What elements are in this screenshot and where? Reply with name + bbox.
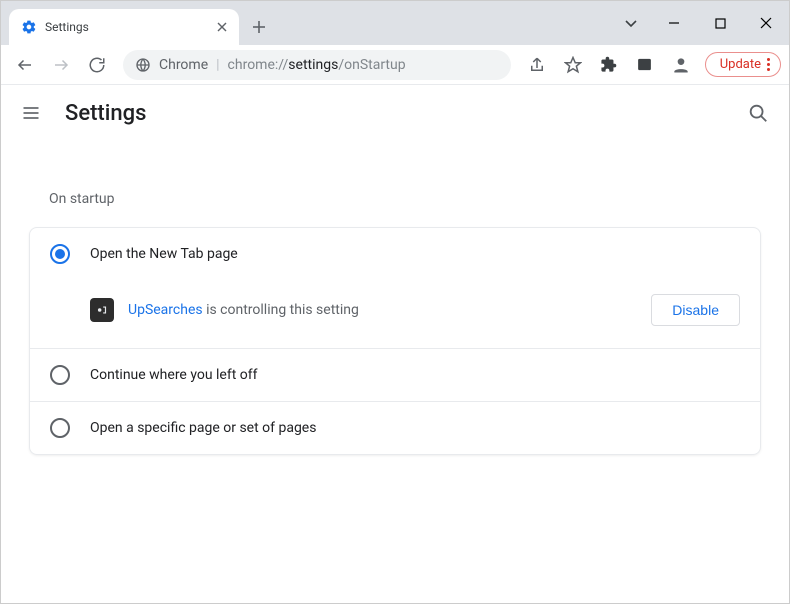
option-label: Continue where you left off: [90, 367, 258, 383]
window-controls: [611, 1, 789, 45]
minimize-button[interactable]: [651, 7, 697, 39]
new-tab-button[interactable]: [245, 13, 273, 41]
profile-icon[interactable]: [665, 49, 697, 81]
settings-header: Settings: [1, 85, 789, 141]
reload-button[interactable]: [81, 49, 113, 81]
url-rest: /onStartup: [338, 57, 405, 73]
section-title: On startup: [49, 191, 761, 207]
close-tab-icon[interactable]: [217, 22, 227, 32]
close-window-button[interactable]: [743, 7, 789, 39]
option-label: Open the New Tab page: [90, 246, 238, 262]
chevron-down-icon[interactable]: [611, 16, 651, 30]
gear-icon: [21, 19, 37, 35]
controlled-by-extension-row: UpSearches is controlling this setting D…: [30, 280, 760, 348]
forward-button[interactable]: [45, 49, 77, 81]
startup-option-continue[interactable]: Continue where you left off: [30, 348, 760, 401]
browser-toolbar: Chrome | chrome://settings/onStartup Upd…: [1, 45, 789, 85]
radio-icon[interactable]: [50, 418, 70, 438]
option-label: Open a specific page or set of pages: [90, 420, 316, 436]
settings-content: On startup Open the New Tab page UpSearc…: [1, 141, 789, 479]
startup-card: Open the New Tab page UpSearches is cont…: [29, 227, 761, 455]
startup-option-newtab[interactable]: Open the New Tab page: [30, 228, 760, 280]
controlled-by-text: UpSearches is controlling this setting: [128, 302, 359, 318]
extensions-icon[interactable]: [593, 49, 625, 81]
tab-title: Settings: [45, 20, 217, 34]
window-titlebar: Settings: [1, 1, 789, 45]
extension-icon: [90, 298, 114, 322]
browser-tab[interactable]: Settings: [9, 9, 239, 45]
maximize-button[interactable]: [697, 7, 743, 39]
update-label: Update: [720, 57, 761, 72]
disable-button[interactable]: Disable: [651, 294, 740, 326]
site-info-icon[interactable]: [135, 57, 151, 73]
radio-icon[interactable]: [50, 365, 70, 385]
menu-dots-icon: [767, 58, 770, 71]
menu-icon[interactable]: [21, 103, 45, 123]
address-bar[interactable]: Chrome | chrome://settings/onStartup: [123, 50, 511, 80]
startup-option-specific[interactable]: Open a specific page or set of pages: [30, 401, 760, 454]
extension-name-link[interactable]: UpSearches: [128, 302, 203, 318]
url-scheme-label: Chrome: [159, 57, 208, 73]
url-bold: settings: [288, 57, 338, 73]
share-icon[interactable]: [521, 49, 553, 81]
bookmark-icon[interactable]: [557, 49, 589, 81]
url-divider: |: [216, 57, 219, 73]
update-button[interactable]: Update: [705, 52, 781, 77]
url-host: chrome://: [228, 57, 289, 73]
back-button[interactable]: [9, 49, 41, 81]
page-title: Settings: [65, 101, 747, 126]
radio-icon[interactable]: [50, 244, 70, 264]
controlled-by-suffix: is controlling this setting: [203, 302, 359, 318]
sidepanel-icon[interactable]: [629, 49, 661, 81]
search-icon[interactable]: [747, 102, 769, 124]
